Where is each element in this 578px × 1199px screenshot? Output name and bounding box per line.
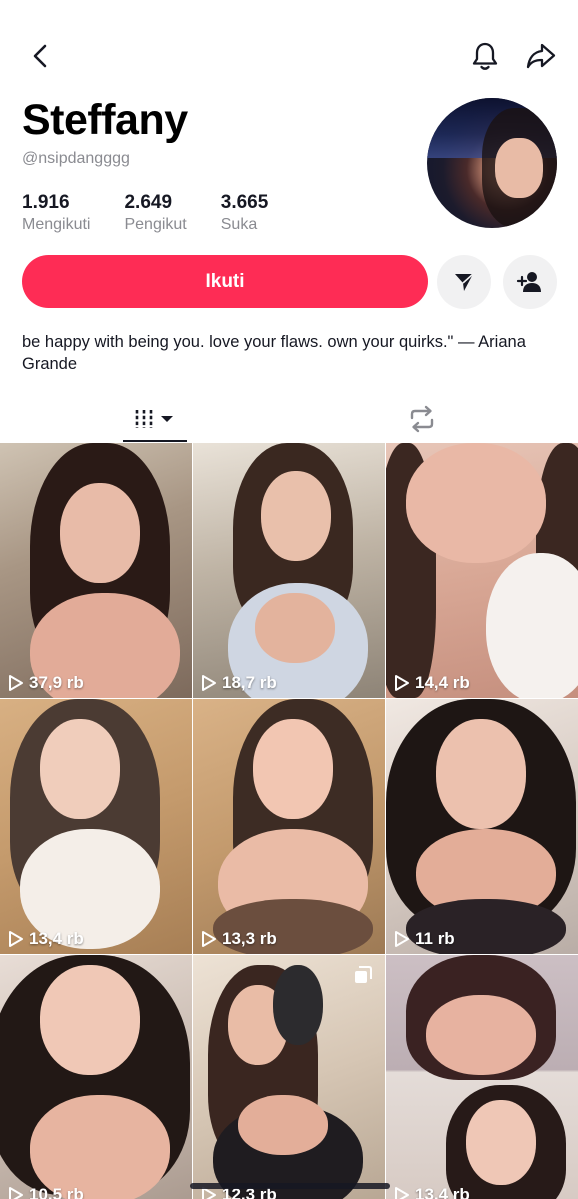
- stat-value: 2.649: [124, 192, 173, 213]
- active-tab-indicator: [123, 440, 187, 442]
- view-count-label: 18,7 rb: [222, 673, 277, 692]
- play-icon: [9, 675, 23, 691]
- tab-reposts[interactable]: [390, 395, 454, 443]
- view-count-label: 11 rb: [415, 929, 455, 948]
- stat-followers[interactable]: 2.649 Pengikut: [124, 192, 186, 234]
- play-icon: [202, 675, 216, 691]
- profile-name: Steffany: [22, 96, 188, 144]
- add-user-button[interactable]: [503, 255, 557, 309]
- view-count: 11 rb: [394, 929, 455, 949]
- view-count-label: 13,4 rb: [29, 929, 84, 948]
- video-thumbnail[interactable]: 13,4 rb: [0, 699, 192, 954]
- video-thumbnail[interactable]: 13,3 rb: [193, 699, 385, 954]
- back-button[interactable]: [22, 38, 58, 74]
- view-count-label: 13,3 rb: [222, 929, 277, 948]
- share-arrow-icon: [526, 43, 556, 69]
- share-button[interactable]: [522, 37, 560, 75]
- video-thumbnail[interactable]: 37,9 rb: [0, 443, 192, 698]
- view-count: 13,3 rb: [201, 929, 277, 949]
- top-bar: [0, 0, 578, 100]
- avatar-face: [495, 138, 543, 198]
- play-icon: [9, 1187, 23, 1199]
- profile-tabs: [0, 395, 578, 443]
- videos-grid-icon: [135, 410, 173, 428]
- play-icon: [395, 1187, 409, 1199]
- back-arrow-icon: [33, 44, 47, 68]
- stat-label: Pengikut: [124, 216, 187, 233]
- home-indicator[interactable]: [190, 1183, 390, 1189]
- view-count-label: 37,9 rb: [29, 673, 84, 692]
- stat-value: 1.916: [22, 192, 70, 213]
- video-thumbnail[interactable]: 14,4 rb: [386, 443, 578, 698]
- profile-handle: @nsipdangggg: [22, 150, 130, 167]
- video-thumbnail[interactable]: 11 rb: [386, 699, 578, 954]
- view-count: 14,4 rb: [394, 673, 470, 693]
- play-icon: [395, 675, 409, 691]
- play-icon: [9, 931, 23, 947]
- stat-likes[interactable]: 3.665 Suka: [221, 192, 269, 234]
- view-count: 13,4 rb: [394, 1185, 470, 1199]
- bell-icon: [472, 42, 498, 70]
- message-button[interactable]: [437, 255, 491, 309]
- stat-label: Mengikuti: [22, 216, 91, 233]
- play-icon: [202, 931, 216, 947]
- play-icon: [395, 931, 409, 947]
- follow-button[interactable]: Ikuti: [22, 255, 428, 308]
- view-count: 18,7 rb: [201, 673, 277, 693]
- notifications-button[interactable]: [466, 37, 504, 75]
- stat-following[interactable]: 1.916 Mengikuti: [22, 192, 90, 234]
- view-count-label: 14,4 rb: [415, 673, 470, 692]
- avatar[interactable]: [427, 98, 557, 228]
- repost-icon: [410, 405, 434, 433]
- multi-photo-icon: [353, 965, 373, 990]
- stat-label: Suka: [220, 216, 258, 233]
- tab-videos[interactable]: [123, 395, 187, 443]
- video-thumbnail[interactable]: 10,5 rb: [0, 955, 192, 1199]
- video-thumbnail[interactable]: 18,7 rb: [193, 443, 385, 698]
- add-user-icon: [516, 272, 541, 292]
- chevron-down-icon: [161, 416, 173, 422]
- view-count: 37,9 rb: [8, 673, 84, 693]
- send-message-icon: [455, 273, 474, 291]
- video-grid: 37,9 rb 18,7 rb 14,4 rb 13,4 rb 13,3 rb …: [0, 443, 578, 1199]
- view-count-label: 10,5 rb: [29, 1185, 84, 1199]
- video-thumbnail[interactable]: 12,3 rb: [193, 955, 385, 1199]
- view-count-label: 13,4 rb: [415, 1185, 470, 1199]
- stat-value: 3.665: [220, 192, 269, 213]
- view-count: 10,5 rb: [8, 1185, 84, 1199]
- view-count: 13,4 rb: [8, 929, 84, 949]
- profile-stats: 1.916 Mengikuti 2.649 Pengikut 3.665 Suk…: [22, 192, 302, 234]
- profile-bio: be happy with being you. love your flaws…: [22, 333, 526, 373]
- video-thumbnail[interactable]: 13,4 rb: [386, 955, 578, 1199]
